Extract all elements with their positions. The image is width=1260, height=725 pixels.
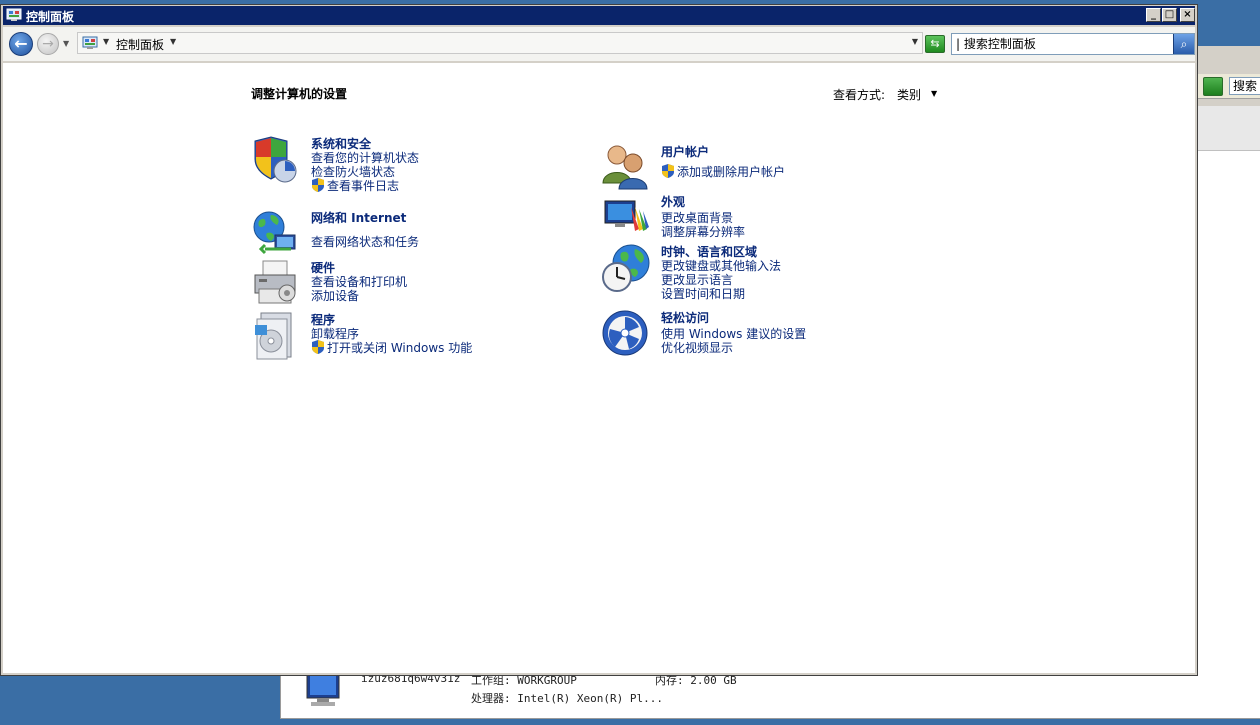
control-panel-icon <box>82 36 98 49</box>
view-by-label: 查看方式: <box>833 88 886 102</box>
background-window: 搜索 <box>1190 46 1260 666</box>
search-icon[interactable]: ⌕ <box>1173 34 1194 54</box>
control-panel-icon <box>6 8 22 21</box>
title-bar[interactable]: 控制面板 _ □ × <box>3 6 1195 25</box>
link-optimize-visual-display[interactable]: 优化视频显示 <box>661 339 733 356</box>
processor-text: 处理器: Intel(R) Xeon(R) Pl... <box>471 692 663 705</box>
navigation-bar: ← → ▼ ▼ 控制面板 ▼ ▼ ⇆ ⌕ <box>3 27 1195 61</box>
category-title-network-internet[interactable]: 网络和 Internet <box>311 209 406 226</box>
link-view-network-status[interactable]: 查看网络状态和任务 <box>311 233 419 250</box>
address-dropdown-icon[interactable]: ▼ <box>912 37 918 46</box>
close-button[interactable]: × <box>1180 8 1195 22</box>
breadcrumb-chevron-icon[interactable]: ▼ <box>170 37 176 46</box>
page-title: 调整计算机的设置 <box>251 87 348 101</box>
window-title: 控制面板 <box>26 10 75 24</box>
clock-globe-icon[interactable] <box>601 243 651 293</box>
category-title-user-accounts[interactable]: 用户帐户 <box>661 143 709 160</box>
link-view-event-logs-label: 查看事件日志 <box>327 179 400 193</box>
link-add-remove-accounts-label: 添加或删除用户帐户 <box>677 165 786 179</box>
recent-pages-dropdown-icon[interactable]: ▼ <box>63 39 69 48</box>
link-add-device[interactable]: 添加设备 <box>311 287 359 304</box>
category-title-appearance[interactable]: 外观 <box>661 193 685 210</box>
view-by-dropdown[interactable]: 类别 <box>897 86 921 103</box>
search-input[interactable] <box>954 36 1168 52</box>
link-windows-features[interactable]: 打开或关闭 Windows 功能 <box>311 339 472 356</box>
maximize-button[interactable]: □ <box>1162 8 1177 22</box>
uac-shield-icon <box>662 164 674 178</box>
refresh-icon[interactable] <box>1203 77 1223 96</box>
link-adjust-resolution[interactable]: 调整屏幕分辨率 <box>661 223 745 240</box>
refresh-button[interactable]: ⇆ <box>925 35 945 53</box>
background-window-navbar: 搜索 <box>1191 74 1260 99</box>
link-windows-features-label: 打开或关闭 Windows 功能 <box>327 341 473 355</box>
shield-icon[interactable] <box>251 135 301 185</box>
back-button[interactable]: ← <box>9 32 33 56</box>
background-window-toolbar <box>1191 106 1260 151</box>
users-icon[interactable] <box>601 143 651 193</box>
breadcrumb-separator-icon[interactable]: ▼ <box>103 37 109 46</box>
appearance-icon[interactable] <box>601 193 651 243</box>
programs-icon[interactable] <box>251 311 301 361</box>
breadcrumb[interactable]: 控制面板 <box>116 36 164 53</box>
background-window-content <box>1191 106 1260 666</box>
minimize-button[interactable]: _ <box>1146 8 1161 22</box>
printer-icon[interactable] <box>251 259 301 309</box>
link-set-time-date[interactable]: 设置时间和日期 <box>661 285 745 302</box>
background-search-input[interactable]: 搜索 <box>1229 77 1260 95</box>
main-content: 调整计算机的设置 查看方式: 类别 ▼ 系统和安全 查看您的计算机状态 检查防火… <box>3 63 1195 673</box>
address-bar[interactable]: ▼ 控制面板 ▼ ▼ <box>77 32 923 54</box>
network-icon[interactable] <box>251 209 301 259</box>
forward-button[interactable]: → <box>37 33 59 55</box>
uac-shield-icon <box>312 178 324 192</box>
search-box[interactable]: ⌕ <box>951 33 1195 55</box>
category-title-ease-of-access[interactable]: 轻松访问 <box>661 309 709 326</box>
uac-shield-icon <box>312 340 324 354</box>
link-add-remove-accounts[interactable]: 添加或删除用户帐户 <box>661 163 785 180</box>
link-view-event-logs[interactable]: 查看事件日志 <box>311 177 399 194</box>
chevron-down-icon[interactable]: ▼ <box>931 89 937 98</box>
control-panel-window: 控制面板 _ □ × ← → ▼ ▼ 控制面板 ▼ ▼ ⇆ ⌕ 调整计算机的 <box>0 4 1198 676</box>
ease-of-access-icon[interactable] <box>601 309 651 359</box>
